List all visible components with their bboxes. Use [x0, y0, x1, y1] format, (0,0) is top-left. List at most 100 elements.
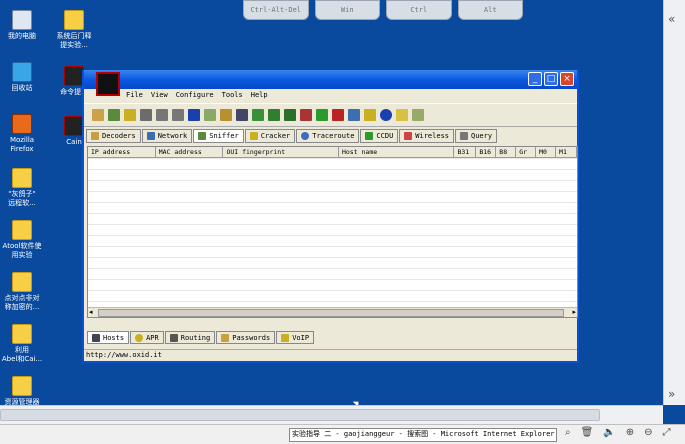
col-m1[interactable]: M1: [556, 147, 577, 157]
double-chevron-up-icon[interactable]: «: [668, 12, 675, 26]
col-host-name[interactable]: Host name: [339, 147, 455, 157]
table-horizontal-scrollbar[interactable]: ◂ ▸: [88, 307, 577, 317]
folder-icon: [64, 10, 84, 30]
exit-icon[interactable]: [412, 109, 424, 121]
ctrl-key-button[interactable]: Ctrl: [386, 0, 452, 20]
window-titlebar[interactable]: _ □ ×: [84, 70, 577, 96]
col-oui-fingerprint[interactable]: OUI fingerprint: [223, 147, 339, 157]
lsa-icon[interactable]: [268, 109, 280, 121]
volume-icon[interactable]: 🔈: [603, 427, 615, 438]
tab-label: Cracker: [260, 132, 291, 140]
tab-label: Traceroute: [312, 132, 355, 140]
ctrl-alt-del-button[interactable]: Ctrl-Alt-Del: [243, 0, 309, 20]
help-icon[interactable]: [396, 109, 408, 121]
trash-icon[interactable]: 🗑: [581, 427, 594, 438]
folder-icon: [12, 220, 32, 240]
tab-sniffer[interactable]: Sniffer: [193, 129, 244, 143]
desktop-icon-backdoor-lab[interactable]: 系统后门释 提实验...: [44, 10, 104, 50]
table-body[interactable]: [88, 158, 577, 307]
cached-icon[interactable]: [284, 109, 296, 121]
col-m0[interactable]: M0: [536, 147, 557, 157]
zoom-out-icon[interactable]: ⊖: [644, 427, 652, 438]
menu-tools[interactable]: Tools: [222, 91, 243, 99]
desktop-icon-abel-cain[interactable]: 利用 Abel和Cai...: [0, 324, 52, 364]
tab-label: Query: [471, 132, 493, 140]
remote-desktop-toolbar: Ctrl-Alt-Del Win Ctrl Alt: [243, 0, 523, 22]
menu-configure[interactable]: Configure: [176, 91, 214, 99]
scan-icon[interactable]: [220, 109, 232, 121]
dialup-icon[interactable]: [332, 109, 344, 121]
scroll-thumb[interactable]: [98, 309, 564, 317]
col-gr[interactable]: Gr: [516, 147, 537, 157]
tab-label: Routing: [180, 333, 211, 342]
hosts-table: IP address MAC address OUI fingerprint H…: [87, 146, 578, 318]
col-b16[interactable]: B16: [476, 147, 497, 157]
chall-spoof-icon[interactable]: [156, 109, 168, 121]
col-mac-address[interactable]: MAC address: [156, 147, 224, 157]
desktop-icon-explorer[interactable]: 资源管理器: [0, 376, 52, 407]
rsa-icon[interactable]: [300, 109, 312, 121]
expand-icon[interactable]: ⤢: [663, 427, 671, 438]
tab-label: Passwords: [232, 333, 271, 342]
maximize-button[interactable]: □: [544, 72, 558, 86]
open-icon[interactable]: [92, 109, 104, 121]
chall-reset-icon[interactable]: [172, 109, 184, 121]
desktop-icon-p2p-encrypt[interactable]: 点对点非对 称加密的...: [0, 272, 52, 312]
info-icon[interactable]: [380, 109, 392, 121]
routing-icon: [169, 333, 178, 342]
tab-cracker[interactable]: Cracker: [244, 129, 296, 143]
alt-key-button[interactable]: Alt: [457, 0, 523, 20]
tab-label: Network: [157, 132, 188, 140]
tab-network[interactable]: Network: [141, 129, 193, 143]
add-icon[interactable]: [188, 109, 200, 121]
tab-label: Hosts: [103, 333, 125, 342]
tab-label: CCDU: [376, 132, 394, 140]
taskbar-window-button[interactable]: 实验指导 二 - gaojianggeur - 搜索图 - Microsoft …: [289, 428, 557, 442]
wireless-icon[interactable]: [316, 109, 328, 121]
menu-help[interactable]: Help: [251, 91, 268, 99]
vertical-scrollbar[interactable]: « »: [663, 0, 685, 405]
scroll-left-icon[interactable]: ◂: [89, 308, 93, 316]
hash-calc-icon[interactable]: [252, 109, 264, 121]
menu-file[interactable]: File: [126, 91, 143, 99]
minimize-button[interactable]: _: [528, 72, 542, 86]
tab-hosts[interactable]: Hosts: [87, 331, 130, 344]
scroll-right-icon[interactable]: ▸: [572, 308, 576, 316]
menu-view[interactable]: View: [151, 91, 168, 99]
col-b31[interactable]: B31: [454, 147, 477, 157]
wireless-icon: [404, 132, 413, 140]
tab-voip[interactable]: VoIP: [276, 331, 315, 344]
hosts-icon: [92, 333, 100, 342]
base64-icon[interactable]: [236, 109, 248, 121]
tab-routing[interactable]: Routing: [164, 331, 216, 344]
desktop-icon-gray-pigeon[interactable]: "灰鸽子" 远程软...: [0, 168, 52, 208]
box-icon[interactable]: [364, 109, 376, 121]
tab-decoders[interactable]: Decoders: [86, 129, 141, 143]
double-chevron-down-icon[interactable]: »: [668, 387, 675, 401]
ntlm-icon[interactable]: [140, 109, 152, 121]
search-icon[interactable]: ⌕: [565, 427, 571, 438]
desktop-icon-atool[interactable]: Atool软件使 用实验: [0, 220, 52, 260]
col-ip-address[interactable]: IP address: [88, 147, 156, 157]
tab-apr[interactable]: APR: [130, 331, 164, 344]
close-button[interactable]: ×: [560, 72, 574, 86]
tab-ccdu[interactable]: CCDU: [360, 129, 399, 143]
cain-window: _ □ × File View Configure Tools Help Dec…: [82, 70, 579, 363]
cain-icon: [64, 116, 84, 136]
horizontal-scrollbar[interactable]: [0, 405, 663, 424]
remove-icon[interactable]: [204, 109, 216, 121]
terminal-icon: [64, 66, 84, 86]
tab-query[interactable]: Query: [455, 129, 498, 143]
col-b8[interactable]: B8: [496, 147, 517, 157]
taskbar: 实验指导 二 - gaojianggeur - 搜索图 - Microsoft …: [0, 424, 685, 444]
tab-traceroute[interactable]: Traceroute: [296, 129, 360, 143]
apr-icon[interactable]: [124, 109, 136, 121]
sniffer-icon: [198, 132, 207, 140]
network-icon[interactable]: [348, 109, 360, 121]
tab-passwords[interactable]: Passwords: [216, 331, 276, 344]
zoom-in-icon[interactable]: ⊕: [626, 427, 634, 438]
win-key-button[interactable]: Win: [314, 0, 380, 20]
scroll-thumb[interactable]: [0, 409, 600, 421]
tab-wireless[interactable]: Wireless: [399, 129, 454, 143]
sniffer-start-icon[interactable]: [108, 109, 120, 121]
